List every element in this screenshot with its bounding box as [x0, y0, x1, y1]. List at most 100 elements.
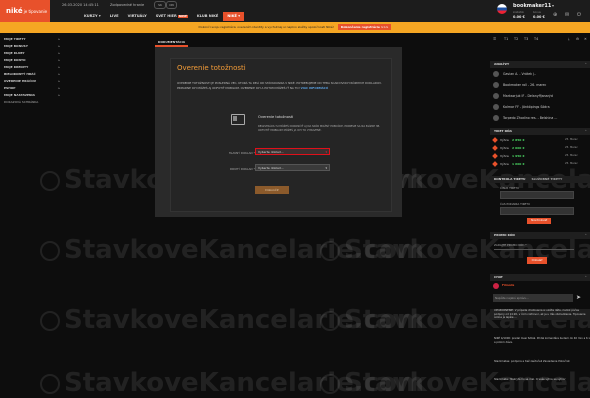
ticket-of-day-header[interactable]: TIKET DŇA ⌃ [490, 128, 590, 135]
ticket-number-label: ČÍSLO TIKETU [500, 186, 519, 190]
sidebar-item-verification[interactable]: OVERENIE HRÁČOV ▸ [0, 78, 62, 85]
responsible-gaming-link[interactable]: Zodpovedné hranie [110, 3, 144, 7]
ticket-time-input[interactable] [500, 207, 574, 215]
ticket-number-input[interactable] [500, 191, 574, 199]
watermark: StavkoveKancelarie.com [40, 235, 424, 265]
sidebar-item-inbox[interactable]: DOKAZOVÁ SCHRÁNKA [0, 99, 62, 106]
ticket-icon [492, 161, 498, 167]
close-icon[interactable]: ✕ [584, 37, 587, 41]
sidebar-item-settings[interactable]: MOJE NASTAVENIA ▸ [0, 92, 62, 99]
chevron-right-icon: ▸ [58, 51, 60, 55]
more-info-link[interactable]: VIAC INFORMÁCIÍ [301, 86, 328, 90]
notice-text: Dokonči svoju registráciu overením ident… [198, 25, 334, 29]
send-icon[interactable]: ➤ [576, 294, 581, 301]
sidebar-item-player[interactable]: BIELOKONTÝ HRÁČ ▸ [0, 71, 62, 78]
list-item[interactable]: Markazrjuk IF - Delanyffjanarýd [490, 91, 590, 101]
analysis-header[interactable]: ANALÝZY ⌃ [490, 61, 590, 68]
sidebar-item-credits[interactable]: MOJE KREDITY ▸ [0, 64, 62, 71]
chevron-up-icon: ⌃ [584, 233, 587, 237]
secondary-document-select[interactable]: Vyberte doklad... ▾ [255, 164, 330, 171]
mail-icon[interactable]: ✉ [565, 12, 569, 18]
chat-widget: CHAT ⌃ Filmolis Napíšte nejakú správu... … [490, 274, 590, 398]
logout-icon[interactable]: ⏻ [577, 12, 581, 18]
account-sidebar: MOJE TIKETY ▸ MOJE BONUSY ▸ MOJE KLUBY ▸ MO… [0, 36, 62, 398]
primary-document-label: HLAVNÝ DOKLAD * [228, 151, 255, 155]
avatar [493, 283, 499, 289]
doc-section-text: REGISTRÁCIU SI MÔŽEŠ DOKONČIŤ AJ NA SKÔR… [258, 125, 381, 132]
play-icon [320, 373, 340, 394]
tab-t3[interactable]: T3 [524, 37, 528, 41]
list-item[interactable]: Torpedo Zhodino res. - Belshina ... [490, 113, 590, 123]
user-panel: bookmaker11 ▾ zostatok 0.00 € bonus 0.00… [497, 2, 590, 22]
verification-notice: Dokonči svoju registráciu overením ident… [0, 22, 590, 33]
menu-icon[interactable]: ☰ [493, 37, 496, 41]
content-tabs: DOKUMENTÁCIA [155, 39, 189, 47]
nav-svet-hier[interactable]: SVET HIER NOVÉ [152, 12, 192, 21]
top-bar: nikéje tipovanie 26.03.2020 14:45:11 Zod… [0, 0, 590, 22]
promo-header[interactable]: PROMO KÓD ⌃ [490, 232, 590, 239]
tab-service-tickets[interactable]: SLUŽOBNÉ TIKETY [531, 177, 562, 181]
language-switch[interactable]: SK [154, 1, 166, 9]
download-icon[interactable]: ⤓ [568, 37, 570, 41]
check-ticket-button[interactable]: Skontrolovať [527, 218, 551, 224]
bonus-value: 0.00 € [533, 15, 545, 19]
list-item[interactable]: Výhra 1 600 €25. Marec [490, 160, 590, 168]
nav-kurzy[interactable]: KURZY ▾ [80, 12, 105, 21]
chat-header[interactable]: CHAT ⌃ [490, 274, 590, 281]
nav-klub-nike[interactable]: KLUB NIKÉ [193, 12, 222, 21]
sidebar-item-tickets[interactable]: MOJE TIKETY ▸ [0, 36, 62, 43]
chat-input[interactable]: Napíšte nejakú správu... [493, 294, 573, 302]
chevron-down-icon: ▾ [238, 14, 241, 18]
tab-documents[interactable]: DOKUMENTÁCIA [155, 39, 189, 47]
watermark: StavkoveKancelarie.com [40, 305, 424, 335]
sidebar-item-eshop[interactable]: ESHOP ▸ [0, 85, 62, 92]
chevron-right-icon: ▸ [58, 72, 60, 76]
toggle-switch[interactable]: ON [166, 1, 177, 9]
complete-registration-button[interactable]: Dokončenie registrácie >>> [337, 24, 392, 30]
nav-live[interactable]: LIVE [106, 12, 123, 21]
gear-icon[interactable]: ⚙ [576, 37, 579, 41]
nike-logo[interactable]: nikéje tipovanie [0, 0, 50, 22]
tab-t4[interactable]: T4 [534, 37, 538, 41]
id-card-icon [231, 114, 245, 125]
team-icon [493, 104, 499, 110]
tab-t2[interactable]: T2 [514, 37, 518, 41]
sidebar-item-bonuses[interactable]: MOJE BONUSY ▸ [0, 43, 62, 50]
chat-message: UPOZORNENIE: V prípade chatovania si ulo… [490, 309, 590, 320]
promo-input[interactable]: ZADAJTE PROMO KÓD * [494, 242, 574, 250]
ticket-check-header[interactable]: KONTROLA TIKETU SLUŽOBNÉ TIKETY [490, 176, 590, 183]
chevron-right-icon: ▸ [58, 93, 60, 97]
username[interactable]: bookmaker11 [513, 3, 551, 9]
list-item[interactable]: Gavian A. - Vrátek j.. [490, 69, 590, 79]
new-badge: NOVÉ [177, 15, 188, 18]
list-item[interactable]: Kalmar FF - Jönköpings Södra [490, 102, 590, 112]
ticket-icon [492, 153, 498, 159]
list-item[interactable]: Výhra 1 950 €25. Marec [490, 152, 590, 160]
chevron-down-icon[interactable]: ▾ [552, 3, 554, 8]
chevron-down-icon: ▾ [325, 166, 327, 170]
ticket-icon [492, 137, 498, 143]
tab-t1[interactable]: T1 [504, 37, 508, 41]
list-item[interactable]: Výhra 2 850 €25. Marec [490, 136, 590, 144]
nav-virtualy[interactable]: VIRTUÁLY [124, 12, 151, 21]
chevron-up-icon: ⌃ [584, 62, 587, 66]
sidebar-item-clubs[interactable]: MOJE KLUBY ▸ [0, 50, 62, 57]
primary-document-select[interactable]: Vyberte doklad... ▾ [255, 148, 330, 155]
chevron-right-icon: ▸ [58, 65, 60, 69]
list-item[interactable]: Bookmaker roll - 26. marec [490, 80, 590, 90]
team-icon [493, 82, 499, 88]
balance-value: 0.00 € [513, 15, 525, 19]
chevron-down-icon: ▾ [325, 150, 327, 154]
deposit-icon[interactable]: ⊕ [553, 12, 557, 18]
chat-message: Stackmate: 'Nakryté ho sa mal. O vaše vý… [494, 378, 566, 381]
submit-button[interactable]: Dokončiť [255, 186, 289, 194]
watermark: StavkoveKancelarie.com [40, 368, 424, 398]
chevron-right-icon: ▸ [58, 79, 60, 83]
team-icon [493, 93, 499, 99]
promo-submit-button[interactable]: Odoslať [527, 257, 547, 264]
right-toolbar: ☰ T1 T2 T3 T4 ⤓ ⚙ ✕ [490, 36, 590, 44]
avatar[interactable] [497, 4, 507, 14]
sidebar-item-account[interactable]: MOJE KONTO ▸ [0, 57, 62, 64]
nav-nike[interactable]: NIKÉ ▾ [223, 12, 245, 21]
list-item[interactable]: Výhra 2 000 €25. Marec [490, 144, 590, 152]
